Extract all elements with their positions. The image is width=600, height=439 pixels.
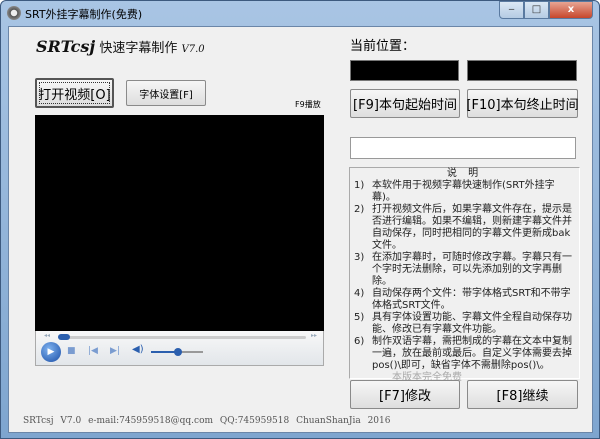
item-text: 在添加字幕时，可随时修改字幕。字幕只有一个字时无法删除，可以先添加别的文字再删除… [372,252,572,287]
logo-brand: SRTcsj [36,37,96,56]
end-position-display [467,60,577,81]
fast-forward-icon[interactable]: ▸▸ [311,332,317,339]
instruction-item: 3) 在添加字幕时，可随时修改字幕。字幕只有一个字时无法删除，可以先添加别的文字再… [354,252,575,288]
app-window: SRT外挂字幕制作(免费) ‒ □ x SRTcsj 快速字幕制作 V7.0 打… [0,0,600,439]
app-gear-icon [7,6,21,20]
instruction-item: 1) 本软件用于视频字幕快速制作(SRT外挂字幕)。 [354,180,575,204]
item-text: 打开视频文件后，如果字幕文件存在，提示是否进行编辑。如果不编辑，则新建字幕文件并… [372,204,572,251]
instructions-heading: 说 明 [446,168,483,179]
instruction-item: 6) 制作双语字幕，需把制成的字幕在文本中复制一遍，放在最前或最后。自定义字体需要… [354,336,575,372]
item-number: 1) [354,180,365,191]
item-number: 6) [354,336,365,347]
stop-icon[interactable]: ■ [67,346,76,356]
media-player-controls: ◂◂ ▸▸ ▶ ■ |◀ ▶| ◀) [35,331,324,366]
open-video-button[interactable]: 打开视频[O] [35,78,114,108]
next-icon[interactable]: ▶| [110,346,120,356]
seek-handle[interactable] [58,334,70,340]
item-number: 5) [354,312,365,323]
rewind-icon[interactable]: ◂◂ [44,332,50,339]
volume-handle[interactable] [174,348,182,356]
play-button[interactable]: ▶ [41,342,61,362]
maximize-button[interactable]: □ [524,1,549,19]
item-text: 具有字体设置功能、字幕文件全程自动保存功能、修改已有字幕文件功能。 [372,312,572,335]
instruction-item: 4) 自动保存两个文件：带字体格式SRT和不带字体格式SRT文件。 [354,288,575,312]
item-text: 自动保存两个文件：带字体格式SRT和不带字体格式SRT文件。 [372,288,571,311]
subtitle-input[interactable] [350,137,576,159]
instruction-item: 5) 具有字体设置功能、字幕文件全程自动保存功能、修改已有字幕文件功能。 [354,312,575,336]
continue-button[interactable]: [F8]继续 [467,380,578,409]
item-number: 4) [354,288,365,299]
window-title: SRT外挂字幕制作(免费) [25,8,143,21]
minimize-button[interactable]: ‒ [499,1,524,19]
current-position-display [350,60,459,81]
logo-name: 快速字幕制作 [99,41,178,56]
edit-button[interactable]: [F7]修改 [350,380,460,409]
seek-bar[interactable] [58,336,306,339]
font-settings-button[interactable]: 字体设置[F] [126,80,206,106]
client-area: SRTcsj 快速字幕制作 V7.0 打开视频[O] 字体设置[F] F9播放 … [8,26,593,433]
item-text: 本软件用于视频字幕快速制作(SRT外挂字幕)。 [372,180,555,203]
instruction-item: 2) 打开视频文件后，如果字幕文件存在，提示是否进行编辑。如果不编辑，则新建字幕文… [354,204,575,252]
item-text: 制作双语字幕，需把制成的字幕在文本中复制一遍，放在最前或最后。自定义字体需要去掉… [372,336,572,371]
app-logo: SRTcsj 快速字幕制作 V7.0 [36,37,205,56]
previous-icon[interactable]: |◀ [88,346,98,356]
end-time-button[interactable]: [F10]本句终止时间 [466,89,579,118]
footer-info: SRTcsj V7.0 e-mail:745959518@qq.com QQ:7… [23,416,391,426]
video-area[interactable] [35,115,324,331]
start-time-button[interactable]: [F9]本句起始时间 [350,89,460,118]
instructions-panel: 说 明 1) 本软件用于视频字幕快速制作(SRT外挂字幕)。 2) 打开视频文件后，… [349,167,580,383]
f9-play-hint: F9播放 [295,100,321,109]
title-bar[interactable]: SRT外挂字幕制作(免费) ‒ □ x [1,1,599,25]
item-number: 3) [354,252,365,263]
close-button[interactable]: x [549,1,593,19]
position-label: 当前位置： [350,39,416,54]
volume-icon[interactable]: ◀) [132,344,144,355]
logo-version: V7.0 [181,44,205,55]
play-icon: ▶ [47,347,55,357]
item-number: 2) [354,204,365,215]
